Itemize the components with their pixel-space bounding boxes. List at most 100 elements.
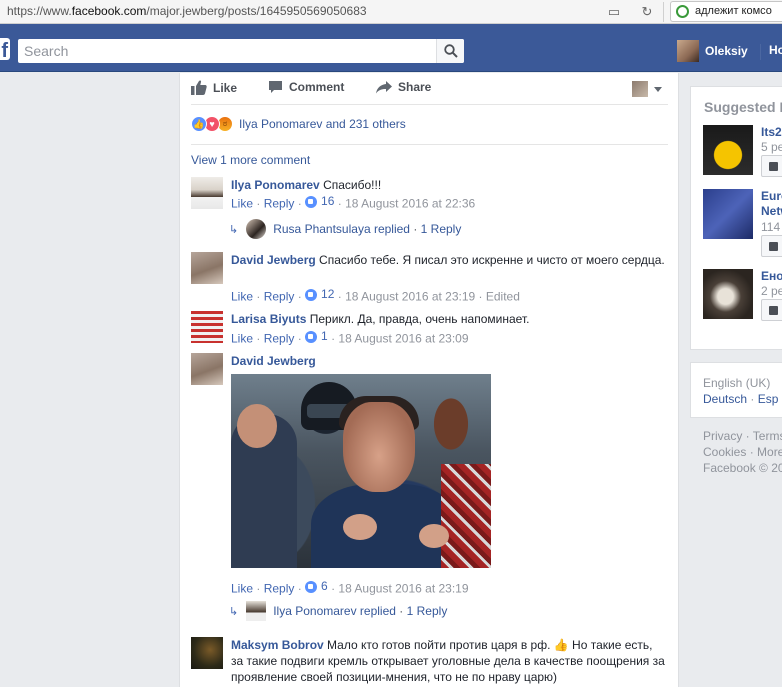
search-button[interactable] xyxy=(436,39,464,63)
browser-search-box[interactable]: адлежит комсо xyxy=(670,1,782,22)
avatar[interactable] xyxy=(191,311,223,343)
url-host: facebook.com xyxy=(71,4,147,18)
replies-link[interactable]: ↳ Rusa Phantsulaya replied · 1 Reply xyxy=(229,219,461,239)
separator: · xyxy=(750,392,755,406)
share-label: Share xyxy=(398,80,432,94)
like-button[interactable]: Like xyxy=(191,80,237,95)
reader-view-icon[interactable]: ▭ xyxy=(604,2,624,22)
avatar xyxy=(632,81,648,97)
reply-count: 1 Reply xyxy=(420,222,462,236)
comment-reply-link[interactable]: Reply xyxy=(264,582,295,596)
page-thumbnail[interactable] xyxy=(703,125,753,175)
comment-body: Larisa Biyuts Перикл. Да, правда, очень … xyxy=(231,311,667,327)
chevron-down-icon xyxy=(654,86,662,92)
avatar[interactable] xyxy=(191,353,223,385)
comment-time[interactable]: 18 August 2016 at 23:19 xyxy=(345,290,475,304)
user-name: Oleksiy xyxy=(705,44,748,58)
comment-likes[interactable]: 12 xyxy=(305,287,334,301)
facebook-logo-icon[interactable]: f xyxy=(0,38,10,60)
like-count: 6 xyxy=(321,579,328,593)
comment-likes[interactable]: 6 xyxy=(305,579,328,593)
thumbs-up-icon xyxy=(191,80,207,95)
facebook-top-bar: f Oleksiy Ho xyxy=(0,24,782,72)
comment-author[interactable]: Maksym Bobrov xyxy=(231,638,324,652)
divider xyxy=(191,104,668,105)
like-count-icon xyxy=(305,330,318,343)
like-page-button[interactable] xyxy=(761,155,782,177)
comment-reply-link[interactable]: Reply xyxy=(264,197,295,211)
language-link[interactable]: Esp xyxy=(758,392,779,406)
comment-likes[interactable]: 1 xyxy=(305,329,328,343)
reload-icon[interactable]: ↻ xyxy=(637,2,657,22)
comment-meta: Like · Reply · 12 · 18 August 2016 at 23… xyxy=(231,287,520,304)
language-list: English (UK) Deutsch · Esp xyxy=(703,375,778,407)
comment-author[interactable]: David Jewberg xyxy=(231,253,316,267)
profile-link[interactable]: Oleksiy xyxy=(677,40,748,62)
comment-time[interactable]: 18 August 2016 at 22:36 xyxy=(345,197,475,211)
search-input[interactable] xyxy=(18,39,418,63)
comment-likes[interactable]: 16 xyxy=(305,194,334,208)
comment-meta: Like · Reply · 1 · 18 August 2016 at 23:… xyxy=(231,329,469,346)
like-reaction-icon: 👍 xyxy=(191,116,207,132)
home-link[interactable]: Ho xyxy=(769,43,782,57)
photo-figure xyxy=(237,404,277,448)
avatar[interactable] xyxy=(191,252,223,284)
comment-author[interactable]: Larisa Biyuts xyxy=(231,312,306,326)
reply-arrow-icon: ↳ xyxy=(229,605,239,618)
comment-body: David Jewberg Спасибо тебе. Я писал это … xyxy=(231,252,667,268)
browser-search-text: адлежит комсо xyxy=(695,5,772,17)
page-name[interactable]: Енот xyxy=(761,269,782,284)
share-button[interactable]: Share xyxy=(376,80,431,94)
avatar[interactable] xyxy=(191,637,223,669)
like-page-button[interactable] xyxy=(761,299,782,321)
page-name[interactable]: Euro xyxy=(761,189,782,204)
comment-reply-link[interactable]: Reply xyxy=(264,332,295,346)
like-page-button[interactable] xyxy=(761,235,782,257)
privacy-terms-links[interactable]: Privacy · Terms xyxy=(703,428,782,444)
comment-body: David Jewberg xyxy=(231,353,667,369)
cookies-more-links[interactable]: Cookies · More xyxy=(703,444,782,460)
comment-like-link[interactable]: Like xyxy=(231,332,253,346)
comment-body: Maksym Bobrov Мало кто готов пойти проти… xyxy=(231,637,667,685)
reply-arrow-icon: ↳ xyxy=(229,223,239,236)
photo-figure xyxy=(343,402,415,492)
like-label: Like xyxy=(213,80,238,95)
comment-author[interactable]: David Jewberg xyxy=(231,354,316,368)
url-text[interactable]: https://www.facebook.com/major.jewberg/p… xyxy=(7,4,367,18)
view-more-comments-link[interactable]: View 1 more comment xyxy=(191,153,310,167)
comment-as-selector[interactable] xyxy=(632,81,662,97)
suggested-pages-title: Suggested P xyxy=(704,99,782,115)
comment-like-link[interactable]: Like xyxy=(231,197,253,211)
search-icon xyxy=(444,44,458,58)
page-meta: 2 pe xyxy=(761,284,782,298)
language-link[interactable]: Deutsch xyxy=(703,392,747,406)
comment-text: Спасибо тебе. Я писал это искренне и чис… xyxy=(319,253,665,267)
comment-time[interactable]: 18 August 2016 at 23:09 xyxy=(338,332,468,346)
comment-author[interactable]: Ilya Ponomarev xyxy=(231,178,320,192)
comment-reply-link[interactable]: Reply xyxy=(264,290,295,304)
url-prefix: https://www. xyxy=(7,4,72,18)
page-name[interactable]: Its2 xyxy=(761,125,782,140)
search-engine-icon xyxy=(676,5,689,18)
page-thumbnail[interactable] xyxy=(703,269,753,319)
like-count: 12 xyxy=(321,287,335,301)
comment-like-link[interactable]: Like xyxy=(231,582,253,596)
avatar[interactable] xyxy=(191,177,223,209)
reactions-text[interactable]: Ilya Ponomarev and 231 others xyxy=(239,117,406,131)
page-thumbnail[interactable] xyxy=(703,189,753,239)
comment-photo[interactable] xyxy=(231,374,491,568)
page-name[interactable]: Netw xyxy=(761,204,782,219)
avatar xyxy=(677,40,699,62)
browser-address-bar[interactable]: https://www.facebook.com/major.jewberg/p… xyxy=(0,0,782,24)
comment-meta: Like · Reply · 16 · 18 August 2016 at 22… xyxy=(231,194,476,211)
comment-button[interactable]: Comment xyxy=(268,80,344,94)
page-meta: 114 xyxy=(761,220,781,234)
replies-link[interactable]: ↳ Ilya Ponomarev replied · 1 Reply xyxy=(229,601,447,621)
edited-label[interactable]: Edited xyxy=(486,290,520,304)
reactions-summary[interactable]: 👍 ♥ ಠ Ilya Ponomarev and 231 others xyxy=(191,116,406,132)
suggested-pages-box: Suggested P Its2 5 pe Euro Netw 114 Енот… xyxy=(690,86,782,350)
comment-text: Перикл. Да, правда, очень напоминает. xyxy=(309,312,530,326)
comment-like-link[interactable]: Like xyxy=(231,290,253,304)
comment-time[interactable]: 18 August 2016 at 23:19 xyxy=(338,582,468,596)
share-icon xyxy=(376,81,392,94)
